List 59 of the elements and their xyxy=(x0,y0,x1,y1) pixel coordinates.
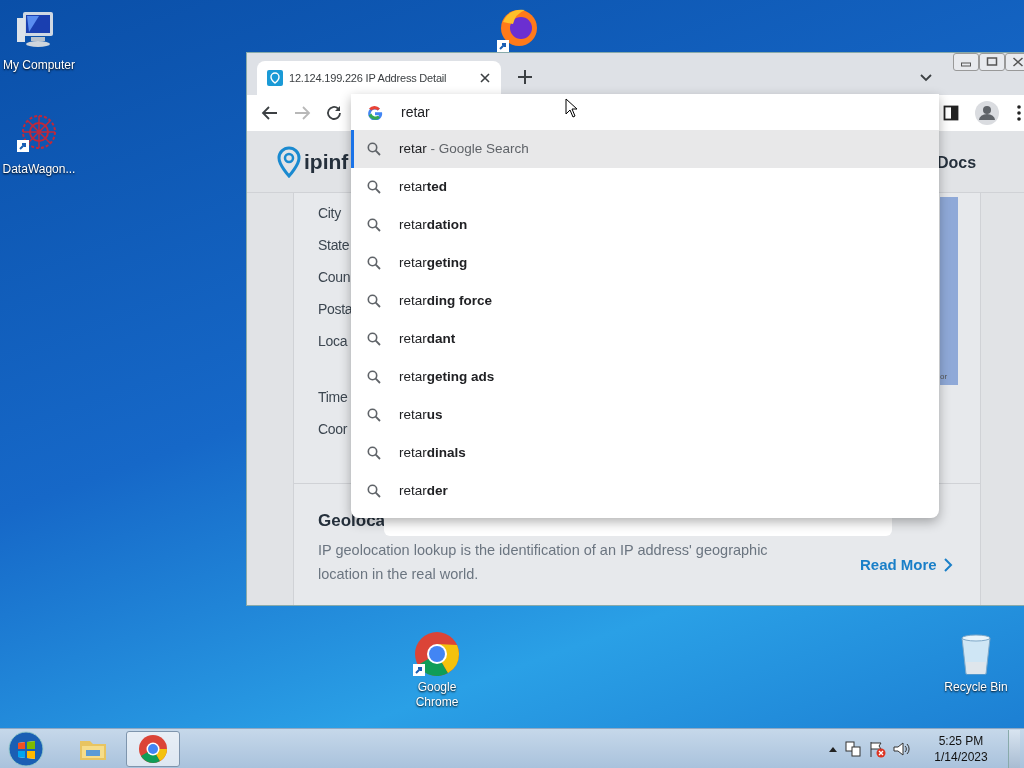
back-arrow-icon xyxy=(261,104,279,122)
suggestion-item[interactable]: retarted xyxy=(351,168,939,206)
location-pin-icon xyxy=(267,70,283,86)
field-label: Time xyxy=(318,388,348,407)
speaker-icon xyxy=(892,739,910,758)
field-label: Coor xyxy=(318,420,348,439)
side-panel-icon xyxy=(943,105,959,121)
field-label: State xyxy=(318,236,350,255)
search-icon xyxy=(367,484,381,498)
desktop-icon-label[interactable]: Recycle Bin xyxy=(944,680,1008,695)
close-icon xyxy=(479,72,491,84)
taskbar-app-button[interactable] xyxy=(126,730,180,767)
clock-time[interactable]: 5:25 PM xyxy=(938,732,984,749)
search-icon xyxy=(367,408,381,422)
search-icon xyxy=(367,332,381,346)
search-icon xyxy=(367,180,381,194)
start-button[interactable] xyxy=(6,728,46,768)
search-icon xyxy=(367,142,381,156)
clock-date[interactable]: 1/14/2023 xyxy=(934,748,988,765)
address-input[interactable]: retar xyxy=(401,97,939,127)
read-more-link[interactable]: Read More xyxy=(860,554,937,577)
network-icon xyxy=(844,739,862,758)
site-logo: ipinf xyxy=(304,148,349,175)
profile-icon xyxy=(975,101,999,125)
suggestion-item[interactable]: retar - Google Search xyxy=(351,130,939,168)
search-icon xyxy=(367,294,381,308)
desktop-icon-label[interactable]: DataWagon... xyxy=(2,162,76,177)
search-icon xyxy=(367,256,381,270)
map-caption: or xyxy=(940,371,948,383)
mouse-cursor-icon xyxy=(565,98,579,119)
suggestion-item[interactable]: retarus xyxy=(351,396,939,434)
field-label: Posta xyxy=(318,300,353,319)
reload-icon xyxy=(325,104,343,122)
field-label: Coun xyxy=(318,268,351,287)
suggestion-item[interactable]: retarder xyxy=(351,472,939,510)
chrome-icon xyxy=(138,733,168,764)
show-desktop-button[interactable] xyxy=(1008,729,1020,768)
field-label: Loca xyxy=(318,332,348,351)
suggestion-item[interactable]: retardant xyxy=(351,320,939,358)
flag-error-icon xyxy=(868,739,886,758)
browser-tab[interactable]: 12.124.199.226 IP Address Detail xyxy=(257,61,501,95)
suggestion-item[interactable]: retardation xyxy=(351,206,939,244)
more-menu-icon xyxy=(1017,105,1021,121)
suggestion-item[interactable]: retarding force xyxy=(351,282,939,320)
google-g-icon xyxy=(367,104,383,120)
search-icon xyxy=(367,218,381,232)
search-icon xyxy=(367,370,381,384)
tab-title: 12.124.199.226 IP Address Detail xyxy=(289,70,448,86)
suggestion-item[interactable]: retargeting ads xyxy=(351,358,939,396)
field-label: City xyxy=(318,204,341,223)
new-tab-icon xyxy=(517,69,533,85)
location-pin-icon xyxy=(277,145,301,178)
chrome-icon xyxy=(413,630,461,678)
section-paragraph: IP geolocation lookup is the identification of an IP address' geographic location in the real world. xyxy=(318,541,769,584)
suggestion-item[interactable]: retargeting xyxy=(351,244,939,282)
search-icon xyxy=(367,446,381,460)
chevron-right-icon xyxy=(942,558,953,573)
suggestion-item[interactable]: retardinals xyxy=(351,434,939,472)
desktop-icon-label[interactable]: My Computer xyxy=(3,58,75,73)
